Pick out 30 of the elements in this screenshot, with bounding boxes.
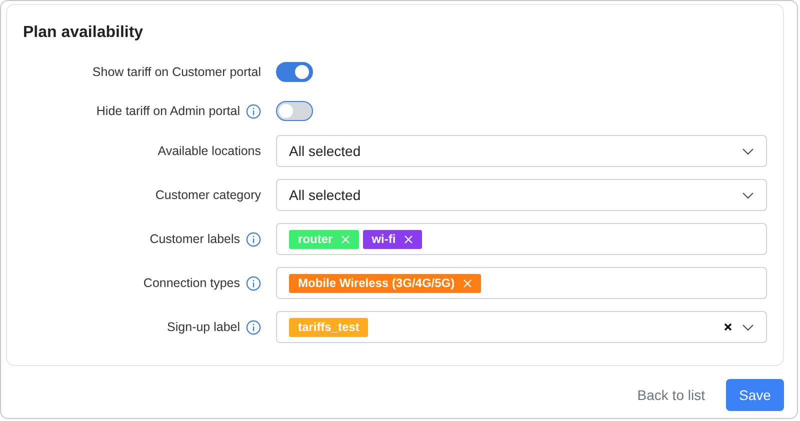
info-icon[interactable] <box>246 104 262 118</box>
tag: wi-fi <box>362 230 422 248</box>
field-label: Hide tariff on Admin portal <box>96 104 240 118</box>
info-icon[interactable] <box>246 276 262 290</box>
save-button[interactable]: Save <box>726 379 784 411</box>
field-label: Sign-up label <box>167 320 240 334</box>
field-label: Customer category <box>155 188 262 202</box>
back-link[interactable]: Back to list <box>637 387 705 403</box>
clear-icon[interactable] <box>724 323 732 331</box>
section-title: Plan availability <box>23 23 144 43</box>
tag-input-field[interactable]: Mobile Wireless (3G/4G/5G) <box>276 267 767 299</box>
info-icon[interactable] <box>246 320 262 334</box>
chevron-down-icon <box>742 148 754 154</box>
tag: tariffs_test <box>289 318 368 336</box>
chevron-down-icon <box>742 324 754 330</box>
select-field[interactable]: All selected <box>276 179 767 211</box>
toggle-switch[interactable] <box>276 101 314 121</box>
close-icon[interactable] <box>404 234 413 244</box>
tag: Mobile Wireless (3G/4G/5G) <box>289 274 481 292</box>
field-label: Connection types <box>143 276 240 290</box>
toggle-switch[interactable] <box>276 62 314 82</box>
field-label: Customer labels <box>150 232 240 246</box>
field-label: Show tariff on Customer portal <box>92 65 262 79</box>
chevron-down-icon <box>742 192 754 198</box>
select-field[interactable]: All selected <box>276 135 767 167</box>
close-icon[interactable] <box>462 278 472 288</box>
tag: router <box>289 230 359 248</box>
field-label: Available locations <box>158 144 262 158</box>
tag-input-field[interactable]: router wi-fi <box>276 223 767 255</box>
info-icon[interactable] <box>246 232 262 246</box>
